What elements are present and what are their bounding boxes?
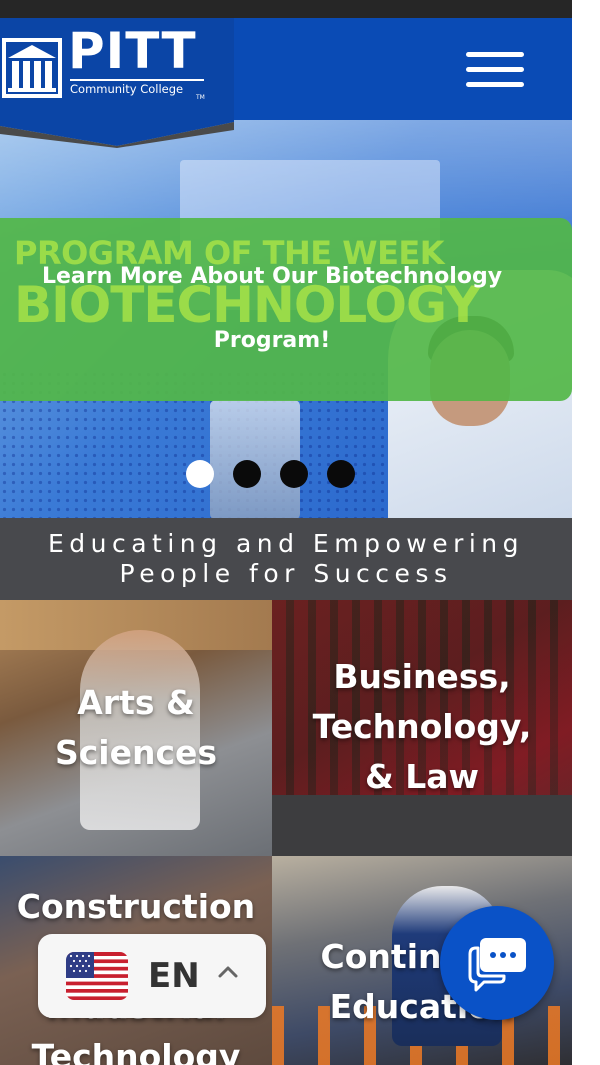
logo-subtitle: Community College (70, 79, 204, 96)
language-selector[interactable]: EN (38, 934, 266, 1018)
tagline-line: People for Success (119, 559, 453, 588)
microscope-image (210, 400, 300, 518)
tile-label: Arts & Sciences (0, 678, 272, 778)
tile-bg-desk (272, 795, 572, 856)
tagline: Educating and Empowering People for Succ… (0, 518, 572, 600)
college-building-icon (2, 38, 62, 98)
tile-label-line: Technology (31, 1037, 241, 1065)
tile-label-line: & Law (364, 757, 480, 796)
right-gutter (572, 0, 600, 1065)
carousel-dots (186, 460, 355, 488)
language-code: EN (148, 956, 200, 996)
logo-wordmark[interactable]: PITT (68, 26, 197, 76)
carousel-dot-1[interactable] (186, 460, 214, 488)
chevron-up-icon (218, 966, 238, 978)
menu-bar (466, 52, 524, 57)
hamburger-menu-icon[interactable] (466, 52, 524, 88)
tile-label-line: Arts & (77, 683, 195, 722)
logo-tab-point (0, 120, 234, 148)
carousel-dot-3[interactable] (280, 460, 308, 488)
chat-widget-button[interactable] (440, 906, 554, 1020)
tile-business-technology-law[interactable]: Business, Technology, & Law (272, 600, 572, 856)
menu-bar (466, 67, 524, 72)
logo-trademark: TM (196, 94, 205, 101)
tile-label-line: Technology, (312, 707, 532, 746)
tagline-line: Educating and Empowering (47, 529, 525, 558)
carousel-dot-2[interactable] (233, 460, 261, 488)
tile-arts-sciences[interactable]: Arts & Sciences (0, 600, 272, 856)
banner-cta-link[interactable]: Learn More About Our Biotechnology Progr… (0, 258, 544, 386)
chat-bubble-icon (468, 938, 526, 992)
viewport: PITT Community College TM PROGRAM OF THE… (0, 0, 572, 1065)
tile-label: Business, Technology, & Law (272, 652, 572, 802)
cta-line: Learn More About Our Biotechnology (41, 264, 503, 289)
cta-line: Program! (213, 328, 331, 353)
tile-label-line: Sciences (54, 733, 218, 772)
menu-bar (466, 82, 524, 87)
tile-label-line: Construction (16, 887, 256, 926)
status-bar (0, 0, 572, 18)
carousel-dot-4[interactable] (327, 460, 355, 488)
tile-label-line: Business, (333, 657, 511, 696)
us-flag-icon (66, 952, 128, 1000)
